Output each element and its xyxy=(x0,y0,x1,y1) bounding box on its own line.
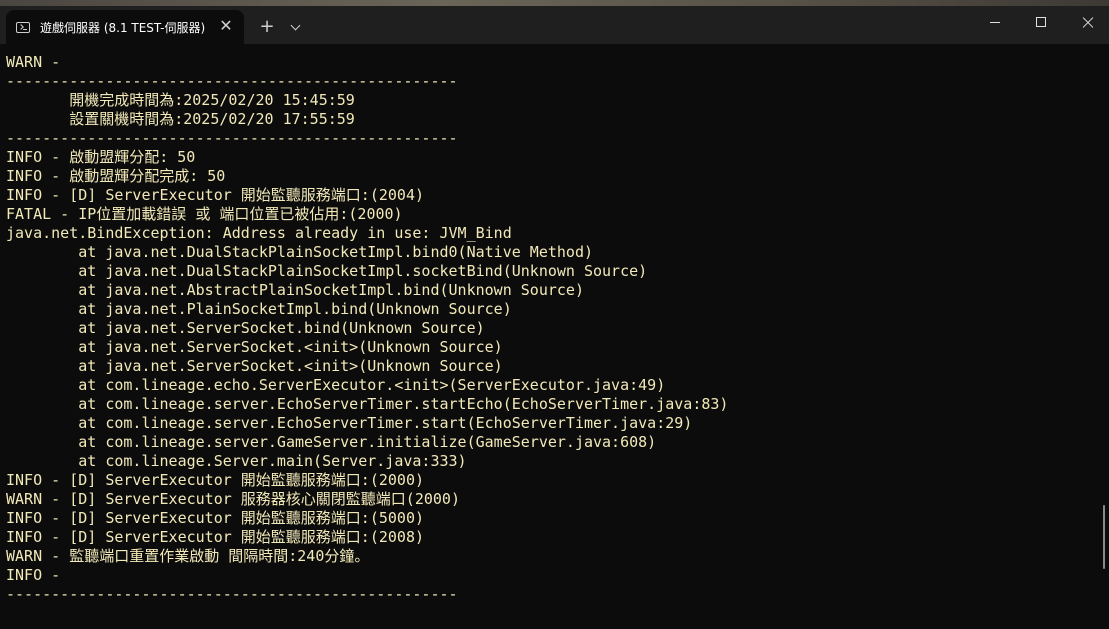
console-output[interactable]: WARN - ----------------------------------… xyxy=(0,44,1100,629)
terminal-window: 遊戲伺服器 (8.1 TEST-伺服器) ✕ + WARN - ---------… xyxy=(0,0,1109,629)
console-line: at com.lineage.server.GameServer.initial… xyxy=(6,433,657,451)
console-line: 開機完成時間為:2025/02/20 15:45:59 xyxy=(6,91,355,109)
console-line: INFO - [D] ServerExecutor 開始監聽服務端口:(5000… xyxy=(6,509,425,527)
new-tab-icon[interactable]: + xyxy=(256,16,278,38)
console-line: java.net.BindException: Address already … xyxy=(6,224,512,242)
close-tab-icon[interactable]: ✕ xyxy=(216,16,236,36)
console-line: at com.lineage.server.EchoServerTimer.st… xyxy=(6,395,729,413)
console-line: FATAL - IP位置加載錯誤 或 端口位置已被佔用:(2000) xyxy=(6,205,403,223)
console-line: INFO - [D] ServerExecutor 開始監聽服務端口:(2004… xyxy=(6,186,425,204)
maximize-button[interactable] xyxy=(1018,6,1064,42)
scrollbar-thumb[interactable] xyxy=(1103,505,1105,569)
console-line: WARN - [D] ServerExecutor 服務器核心關閉監聽端口(20… xyxy=(6,490,460,508)
console-line: WARN - xyxy=(6,53,61,71)
console-line: at java.net.PlainSocketImpl.bind(Unknown… xyxy=(6,300,512,318)
console-line: at java.net.AbstractPlainSocketImpl.bind… xyxy=(6,281,584,299)
tab-game-server[interactable]: 遊戲伺服器 (8.1 TEST-伺服器) ✕ xyxy=(6,10,244,44)
title-bar: 遊戲伺服器 (8.1 TEST-伺服器) ✕ + xyxy=(0,0,1109,44)
console-line: ----------------------------------------… xyxy=(6,129,458,147)
chevron-down-icon[interactable] xyxy=(286,18,306,38)
console-line: at java.net.DualStackPlainSocketImpl.soc… xyxy=(6,262,648,280)
console-line: INFO - xyxy=(6,566,61,584)
terminal-icon xyxy=(16,22,30,33)
console-line: at java.net.ServerSocket.<init>(Unknown … xyxy=(6,357,503,375)
console-line: WARN - 監聽端口重置作業啟動 間隔時間:240分鐘。 xyxy=(6,547,370,565)
console-line: INFO - 啟動盟輝分配完成: 50 xyxy=(6,167,226,185)
console-line: INFO - [D] ServerExecutor 開始監聽服務端口:(2008… xyxy=(6,528,425,546)
console-line: at java.net.ServerSocket.bind(Unknown So… xyxy=(6,319,485,337)
console-line: ----------------------------------------… xyxy=(6,72,458,90)
console-line: at com.lineage.echo.ServerExecutor.<init… xyxy=(6,376,666,394)
console-line: ----------------------------------------… xyxy=(6,585,458,603)
tab-title: 遊戲伺服器 (8.1 TEST-伺服器) xyxy=(40,21,206,35)
desktop-background-strip xyxy=(0,0,1109,6)
console-line: at java.net.ServerSocket.<init>(Unknown … xyxy=(6,338,503,356)
console-line: INFO - 啟動盟輝分配: 50 xyxy=(6,148,196,166)
console-line: at com.lineage.Server.main(Server.java:3… xyxy=(6,452,467,470)
console-line: at com.lineage.server.EchoServerTimer.st… xyxy=(6,414,693,432)
close-window-button[interactable] xyxy=(1064,6,1109,42)
console-line: 設置關機時間為:2025/02/20 17:55:59 xyxy=(6,110,355,128)
minimize-button[interactable] xyxy=(972,6,1018,42)
console-line: at java.net.DualStackPlainSocketImpl.bin… xyxy=(6,243,593,261)
scrollbar[interactable] xyxy=(1100,44,1109,629)
console-line: INFO - [D] ServerExecutor 開始監聽服務端口:(2000… xyxy=(6,471,425,489)
